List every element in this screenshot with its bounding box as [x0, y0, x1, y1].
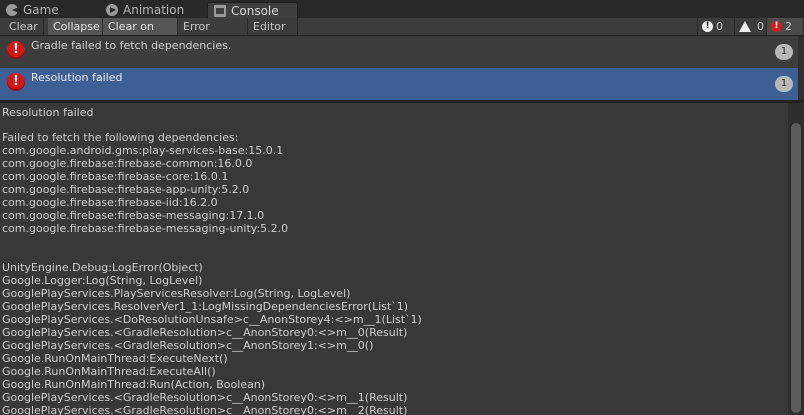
- log-list: ! Gradle failed to fetch dependencies. 1…: [0, 36, 804, 100]
- info-count: 0: [716, 20, 723, 33]
- collapse-count-badge: 1: [775, 44, 793, 60]
- warning-count: 0: [757, 20, 764, 33]
- stack-line: GooglePlayServices.PlayServicesResolver:…: [2, 287, 351, 300]
- detail-line: com.google.android.gms:play-services-bas…: [2, 144, 284, 157]
- collapse-toggle[interactable]: Collapse: [48, 18, 103, 35]
- error-pause-toggle[interactable]: Error Pause: [178, 18, 248, 50]
- log-message: Resolution failed: [31, 71, 123, 84]
- stack-line: Google.RunOnMainThread:ExecuteNext(): [2, 352, 228, 365]
- collapse-count-badge: 1: [775, 76, 793, 92]
- detail-line: com.google.firebase:firebase-iid:16.2.0: [2, 196, 218, 209]
- stack-line: Google.RunOnMainThread:Run(Action, Boole…: [2, 378, 266, 391]
- console-icon: [214, 4, 226, 17]
- detail-text: Failed to fetch the following dependenci…: [2, 131, 422, 415]
- warning-count-toggle[interactable]: 0: [734, 18, 766, 35]
- tab-console[interactable]: Console: [207, 2, 298, 18]
- stack-line: GooglePlayServices.<DoResolutionUnsafe>c…: [2, 313, 422, 326]
- detail-line: Failed to fetch the following dependenci…: [2, 131, 239, 144]
- detail-line: com.google.firebase:firebase-core:16.0.1: [2, 170, 229, 183]
- log-entry-selected[interactable]: ! Resolution failed 1: [0, 68, 804, 100]
- stack-line: Google.Logger:Log(String, LogLevel): [2, 274, 203, 287]
- detail-line: com.google.firebase:firebase-messaging-u…: [2, 222, 289, 235]
- detail-line: com.google.firebase:firebase-app-unity:5…: [2, 183, 250, 196]
- detail-spacer: [2, 235, 422, 261]
- error-icon: !: [7, 41, 25, 59]
- log-message: Gradle failed to fetch dependencies.: [31, 39, 232, 52]
- log-detail-pane: Resolution failed Failed to fetch the fo…: [0, 103, 788, 415]
- stack-line: GooglePlayServices.<GradleResolution>c__…: [2, 391, 408, 404]
- error-icon: !: [7, 73, 25, 91]
- play-circle-icon: [106, 4, 118, 16]
- tab-animation[interactable]: Animation: [106, 2, 184, 18]
- tab-console-label: Console: [231, 3, 279, 18]
- clear-on-play-toggle[interactable]: Clear on Play: [103, 18, 178, 50]
- detail-scrollbar[interactable]: [788, 103, 804, 415]
- editor-dropdown[interactable]: Editor ⌄: [248, 18, 298, 50]
- stack-line: UnityEngine.Debug:LogError(Object): [2, 261, 203, 274]
- console-toolbar: Clear Collapse Clear on Play Error Pause…: [0, 18, 804, 50]
- log-list-scrollbar[interactable]: [798, 36, 804, 100]
- error-count-toggle[interactable]: ! 2: [766, 18, 802, 35]
- detail-title: Resolution failed: [2, 106, 94, 119]
- info-count-toggle[interactable]: ! 0: [697, 18, 734, 35]
- pacman-icon: [6, 4, 19, 16]
- detail-line: com.google.firebase:firebase-common:16.0…: [2, 157, 253, 170]
- warning-icon: [739, 21, 751, 32]
- stack-line: GooglePlayServices.<GradleResolution>c__…: [2, 404, 408, 415]
- tab-animation-label: Animation: [123, 3, 185, 17]
- tab-game[interactable]: Game: [6, 2, 59, 18]
- stack-line: GooglePlayServices.ResolverVer1_1:LogMis…: [2, 300, 409, 313]
- clear-button[interactable]: Clear: [4, 18, 44, 35]
- log-entry[interactable]: ! Gradle failed to fetch dependencies. 1: [0, 36, 804, 67]
- detail-line: com.google.firebase:firebase-messaging:1…: [2, 209, 265, 222]
- stack-line: GooglePlayServices.<GradleResolution>c__…: [2, 339, 374, 352]
- detail-scrollbar-thumb[interactable]: [791, 123, 801, 413]
- error-icon: !: [771, 21, 782, 32]
- info-icon: !: [702, 21, 713, 32]
- error-count: 2: [785, 20, 792, 33]
- stack-line: GooglePlayServices.<GradleResolution>c__…: [2, 326, 408, 339]
- stack-line: Google.RunOnMainThread:ExecuteAll(): [2, 365, 216, 378]
- tab-game-label: Game: [23, 3, 59, 17]
- editor-dropdown-label: Editor: [253, 20, 286, 33]
- window-tab-bar: Game Animation Console: [0, 0, 804, 18]
